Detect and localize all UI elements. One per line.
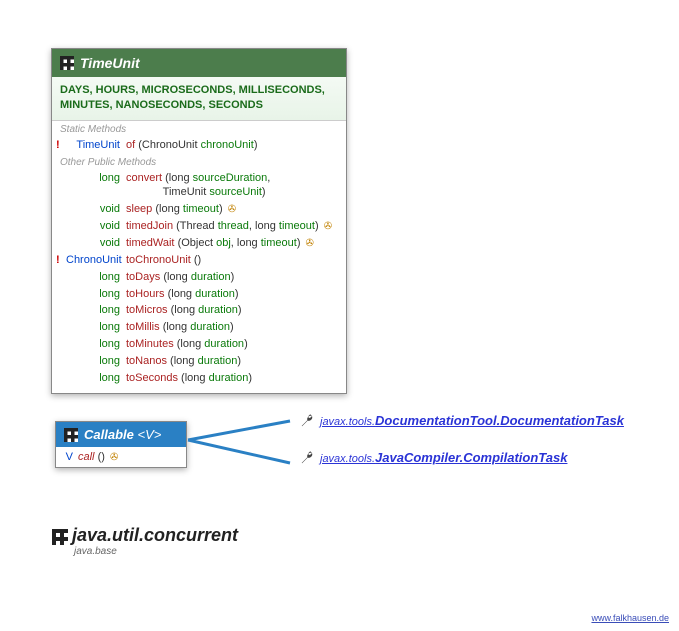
timeunit-header: TimeUnit [52,49,346,77]
method-row: longtoNanos (long duration) [52,353,346,370]
method-mark: ! [56,138,66,153]
callable-body: V call () ✇ [56,447,186,467]
external-links-stack: javax.tools.DocumentationTool.Documentat… [300,413,624,487]
method-row: !ChronoUnittoChronoUnit () [52,252,346,269]
wrench-icon [300,451,314,465]
callable-interface-box: Callable <V> V call () ✇ [55,421,187,468]
method-signature: timedJoin (Thread thread, long timeout) … [126,219,338,234]
method-row: longconvert (long sourceDuration, TimeUn… [52,170,346,202]
method-row: voidtimedJoin (Thread thread, long timeo… [52,218,346,235]
method-return-type: long [66,320,126,335]
other-methods-label: Other Public Methods [52,154,346,170]
method-return-type: void [66,236,126,251]
footer-link[interactable]: www.falkhausen.de [591,613,669,623]
package-name: java.util.concurrent [72,525,238,546]
method-signature: convert (long sourceDuration, TimeUnit s… [126,171,338,201]
method-return-type: long [66,287,126,302]
timeunit-constants: DAYS, HOURS, MICROSECONDS, MILLISECONDS,… [52,77,346,121]
callable-method-row: V call () ✇ [62,451,180,463]
method-return-type: void [66,202,126,217]
link-compilation-task-row: javax.tools.JavaCompiler.CompilationTask [300,450,624,465]
method-row: voidtimedWait (Object obj, long timeout)… [52,235,346,252]
method-return-type: long [66,171,126,186]
method-signature: toMillis (long duration) [126,320,338,335]
callable-header: Callable <V> [56,422,186,447]
method-signature: toHours (long duration) [126,287,338,302]
method-row: longtoMinutes (long duration) [52,336,346,353]
link-documentation-task-row: javax.tools.DocumentationTool.Documentat… [300,413,624,428]
method-return-type: void [66,219,126,234]
method-return-type: long [66,371,126,386]
method-row: voidsleep (long timeout) ✇ [52,201,346,218]
wrench-icon [300,414,314,428]
method-signature: toChronoUnit () [126,253,338,268]
interface-flag-icon [64,428,78,442]
package-module: java.base [52,546,238,557]
static-methods-container: !TimeUnitof (ChronoUnit chronoUnit) [52,137,346,154]
timeunit-title: TimeUnit [80,55,140,71]
static-methods-label: Static Methods [52,121,346,137]
link-documentation-task[interactable]: javax.tools.DocumentationTool.Documentat… [320,413,624,428]
timeunit-class-box: TimeUnit DAYS, HOURS, MICROSECONDS, MILL… [51,48,347,394]
method-row: longtoDays (long duration) [52,269,346,286]
method-return-type: long [66,303,126,318]
other-methods-container: longconvert (long sourceDuration, TimeUn… [52,170,346,387]
enum-flag-icon [60,56,74,70]
method-return-type: ChronoUnit [66,253,126,268]
method-return-type: long [66,270,126,285]
link-compilation-task[interactable]: javax.tools.JavaCompiler.CompilationTask [320,450,567,465]
method-return-type: long [66,337,126,352]
method-row: !TimeUnitof (ChronoUnit chronoUnit) [52,137,346,154]
method-signature: toSeconds (long duration) [126,371,338,386]
method-signature: toDays (long duration) [126,270,338,285]
method-row: longtoMillis (long duration) [52,319,346,336]
package-flag-icon [52,529,66,543]
method-row: longtoSeconds (long duration) [52,370,346,387]
timeunit-body: Static Methods !TimeUnitof (ChronoUnit c… [52,121,346,393]
package-title-row: java.util.concurrent [52,525,238,546]
package-box: java.util.concurrent java.base [52,525,238,557]
method-signature: toMinutes (long duration) [126,337,338,352]
callable-title: Callable <V> [84,427,161,442]
method-row: longtoHours (long duration) [52,286,346,303]
method-row: longtoMicros (long duration) [52,302,346,319]
callable-signature: call () ✇ [78,451,118,463]
callable-return-type: V [62,451,78,463]
method-signature: toMicros (long duration) [126,303,338,318]
method-signature: toNanos (long duration) [126,354,338,369]
method-signature: sleep (long timeout) ✇ [126,202,338,217]
method-signature: of (ChronoUnit chronoUnit) [126,138,338,153]
method-return-type: long [66,354,126,369]
method-return-type: TimeUnit [66,138,126,153]
method-signature: timedWait (Object obj, long timeout) ✇ [126,236,338,251]
method-mark: ! [56,253,66,268]
